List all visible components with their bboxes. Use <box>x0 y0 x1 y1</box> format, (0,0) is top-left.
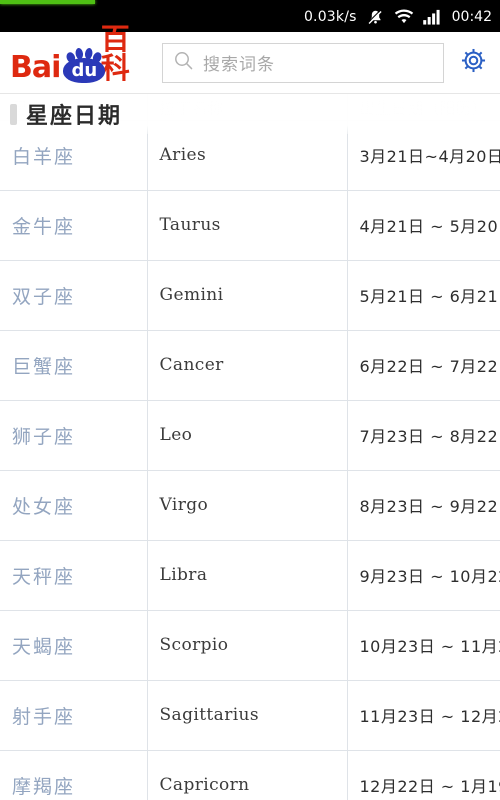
zodiac-latin-name: Scorpio <box>147 610 348 681</box>
article-content: 星座日期 星座 拉丁名称 出生日期（阳历） 白羊座 Aries 3月21日~4月20… <box>0 94 500 800</box>
page-load-progress-bar <box>0 0 500 4</box>
network-speed-text: 0.03k/s <box>303 9 357 25</box>
column-header-zodiac: 星座 <box>0 94 148 121</box>
table-row: 处女座 Virgo 8月23日 ~ 9月22日 <box>0 470 500 541</box>
table-row: 摩羯座Capricorn12月22日 ~ 1月19日 <box>0 750 500 800</box>
page-load-progress-fill <box>0 0 95 4</box>
app-header: Bai du 百科 搜索词条 <box>0 24 500 94</box>
zodiac-date-range: 4月21日 ~ 5月20日 <box>347 190 500 261</box>
logo-bai-text: Bai <box>10 49 61 85</box>
logo-baike-text: 百科 <box>100 21 130 85</box>
zodiac-name-link[interactable]: 天蝎座 <box>0 610 148 681</box>
table-row: 狮子座 Leo 7月23日 ~ 8月22日 <box>0 400 500 471</box>
search-icon <box>173 50 194 76</box>
wifi-icon <box>394 9 414 25</box>
zodiac-date-range: 3月21日~4月20日 <box>347 120 500 191</box>
zodiac-latin-name: Cancer <box>147 330 348 401</box>
zodiac-latin-name: Aries <box>147 120 348 191</box>
table-row: 天秤座Libra9月23日 ~ 10月22日 <box>0 540 500 611</box>
table-row: 天蝎座Scorpio10月23日 ~ 11月21日 <box>0 610 500 681</box>
table-body: 白羊座 Aries 3月21日~4月20日 金牛座 Taurus 4月21日 ~ 5月20… <box>0 120 500 800</box>
zodiac-latin-name: Sagittarius <box>147 680 348 751</box>
zodiac-date-range: 12月22日 ~ 1月19日 <box>347 750 500 800</box>
clock-text: 00:42 <box>451 9 492 25</box>
zodiac-latin-name: Leo <box>147 400 348 471</box>
zodiac-name-link[interactable]: 处女座 <box>0 470 148 541</box>
table-row: 金牛座 Taurus 4月21日 ~ 5月20日 <box>0 190 500 261</box>
table-row: 白羊座 Aries 3月21日~4月20日 <box>0 120 500 191</box>
gear-icon <box>458 45 489 81</box>
zodiac-name-link[interactable]: 天秤座 <box>0 540 148 611</box>
table-header-row: 星座 拉丁名称 出生日期（阳历） <box>0 94 500 121</box>
search-placeholder-text: 搜索词条 <box>203 55 275 75</box>
zodiac-date-range: 5月21日 ~ 6月21日 <box>347 260 500 331</box>
signal-bars-icon <box>422 9 443 25</box>
app-root: 0.03k/s 00:42 Bai du 百科 搜索词条 星座日期 星座 拉丁名… <box>0 0 500 800</box>
zodiac-latin-name: Taurus <box>147 190 348 261</box>
baidu-paw-logo-mark: du <box>61 47 106 83</box>
settings-button[interactable] <box>454 44 492 82</box>
table-row: 双子座 Gemini 5月21日 ~ 6月21日 <box>0 260 500 331</box>
zodiac-date-range: 11月23日 ~ 12月21日 <box>347 680 500 751</box>
column-header-latin-name: 拉丁名称 <box>147 94 348 121</box>
baidu-baike-logo[interactable]: Bai du 百科 <box>10 24 150 85</box>
bell-muted-icon <box>366 9 385 26</box>
zodiac-date-range: 8月23日 ~ 9月22日 <box>347 470 500 541</box>
table-row: 巨蟹座 Cancer 6月22日 ~ 7月22日 <box>0 330 500 401</box>
zodiac-name-link[interactable]: 巨蟹座 <box>0 330 148 401</box>
zodiac-date-range: 10月23日 ~ 11月21日 <box>347 610 500 681</box>
zodiac-latin-name: Libra <box>147 540 348 611</box>
zodiac-latin-name: Virgo <box>147 470 348 541</box>
zodiac-name-link[interactable]: 射手座 <box>0 680 148 751</box>
zodiac-latin-name: Capricorn <box>147 750 348 800</box>
search-input[interactable]: 搜索词条 <box>162 42 444 83</box>
zodiac-latin-name: Gemini <box>147 260 348 331</box>
status-bar: 0.03k/s 00:42 <box>0 0 500 32</box>
table-row: 射手座Sagittarius11月23日 ~ 12月21日 <box>0 680 500 751</box>
zodiac-name-link[interactable]: 狮子座 <box>0 400 148 471</box>
zodiac-date-range: 7月23日 ~ 8月22日 <box>347 400 500 471</box>
zodiac-name-link[interactable]: 金牛座 <box>0 190 148 261</box>
zodiac-name-link[interactable]: 白羊座 <box>0 120 148 191</box>
zodiac-name-link[interactable]: 双子座 <box>0 260 148 331</box>
zodiac-date-range: 6月22日 ~ 7月22日 <box>347 330 500 401</box>
zodiac-name-link[interactable]: 摩羯座 <box>0 750 148 800</box>
zodiac-date-range: 9月23日 ~ 10月22日 <box>347 540 500 611</box>
zodiac-dates-table: 星座 拉丁名称 出生日期（阳历） 白羊座 Aries 3月21日~4月20日 金牛座 T… <box>0 94 500 800</box>
logo-du-text: du <box>71 59 98 81</box>
column-header-birth-date: 出生日期（阳历） <box>347 94 500 121</box>
